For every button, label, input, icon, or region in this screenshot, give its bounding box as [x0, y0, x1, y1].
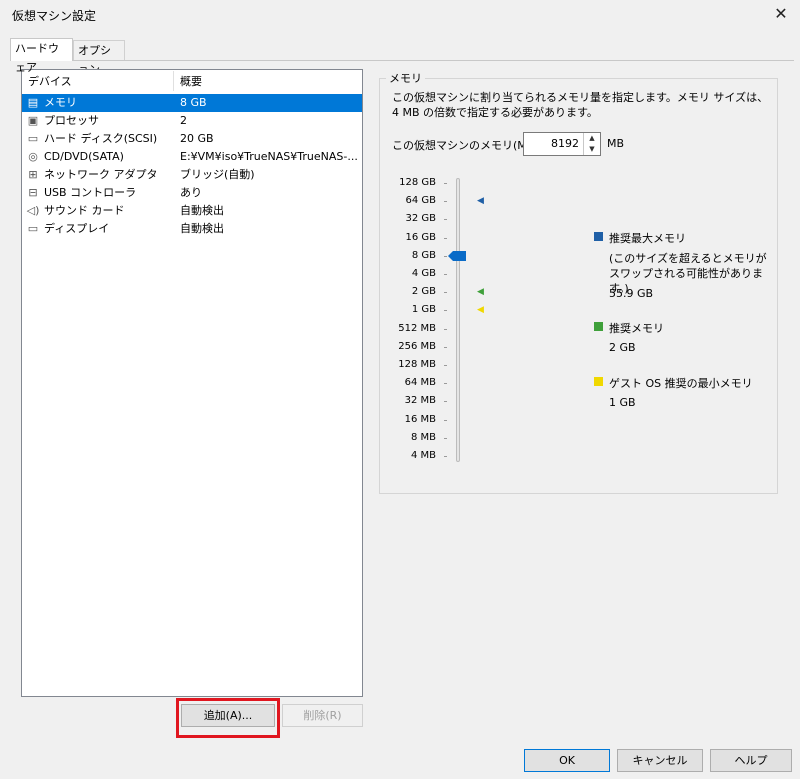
hard-disk-icon: ▭ [27, 132, 39, 145]
scale-tick [444, 328, 447, 330]
device-summary: E:¥VM¥iso¥TrueNAS¥TrueNAS-... [180, 150, 358, 163]
scale-tick [444, 310, 447, 312]
scale-label: 4 GB [411, 268, 436, 279]
scale-label: 16 GB [405, 231, 436, 243]
scale-label: 8 MB [410, 431, 436, 443]
scale-tick [444, 456, 447, 457]
scale-label: 16 MB [404, 413, 436, 425]
scale-label: 128 GB [399, 177, 436, 188]
device-summary: 20 GB [180, 132, 214, 145]
scale-tick [444, 274, 447, 275]
max-memory-legend-title: 推奨最大メモリ [609, 232, 686, 245]
device-row-usb[interactable]: ⊟ USB コントローラ あり [22, 184, 362, 202]
scale-tick [444, 365, 447, 366]
help-button[interactable]: ヘルプ [710, 749, 792, 772]
level-marker-icon: ◀ [477, 287, 484, 298]
max-memory-legend-value: 55.9 GB [609, 287, 654, 300]
memory-group-title: メモリ [386, 70, 425, 86]
memory-slider-thumb[interactable] [448, 250, 468, 265]
scale-tick [444, 255, 447, 257]
recommended-memory-legend-icon [594, 322, 603, 331]
device-row-sound-card[interactable]: ◁) サウンド カード 自動検出 [22, 202, 362, 220]
min-memory-legend-icon [594, 377, 603, 386]
window-title: 仮想マシン設定 [12, 9, 97, 23]
scale-label: 128 MB [398, 359, 436, 370]
close-icon[interactable]: ✕ [771, 4, 791, 24]
device-name: ハード ディスク(SCSI) [44, 132, 158, 145]
memory-slider-track[interactable] [456, 178, 460, 462]
scale-label: 32 MB [404, 395, 436, 407]
scale-label: 512 MB [398, 322, 436, 334]
device-name: サウンド カード [44, 204, 125, 217]
recommended-memory-legend-value: 2 GB [609, 341, 636, 354]
device-summary: ブリッジ(自動) [180, 168, 255, 181]
min-memory-legend-title: ゲスト OS 推奨の最小メモリ [609, 377, 753, 390]
scale-label: 1 GB [411, 304, 436, 316]
tab-divider [10, 60, 794, 61]
cd-dvd-icon: ◎ [28, 150, 38, 163]
device-row-network-adapter[interactable]: ⊞ ネットワーク アダプタ ブリッジ(自動) [22, 166, 362, 184]
highlight-box [176, 698, 280, 738]
scale-tick [444, 437, 447, 439]
device-name: ディスプレイ [44, 222, 110, 235]
device-row-memory[interactable]: ▤ メモリ 8 GB [22, 94, 362, 112]
memory-description: この仮想マシンに割り当てられるメモリ量を指定します。メモリ サイズは、4 MB … [392, 91, 769, 119]
tab-options[interactable]: オプション [73, 40, 125, 76]
sound-card-icon: ◁) [26, 204, 40, 217]
scale-tick [444, 183, 447, 184]
device-row-display[interactable]: ▭ ディスプレイ 自動検出 [22, 220, 362, 238]
processor-icon: ▣ [27, 114, 39, 127]
column-separator[interactable] [173, 71, 174, 91]
display-icon: ▭ [27, 222, 39, 235]
scale-tick [444, 201, 447, 203]
recommended-memory-legend-title: 推奨メモリ [609, 322, 664, 335]
scale-tick [444, 346, 447, 348]
scale-tick [444, 219, 447, 221]
device-row-processor[interactable]: ▣ プロセッサ 2 [22, 112, 362, 130]
max-memory-legend-icon [594, 232, 603, 241]
scale-tick [444, 292, 447, 294]
scale-tick [444, 383, 447, 385]
title-bar [0, 0, 800, 32]
memory-icon: ▤ [27, 96, 39, 109]
stepper-up-icon[interactable]: ▲ [584, 133, 600, 144]
level-marker-icon: ◀ [477, 196, 484, 207]
remove-device-button[interactable]: 削除(R) [282, 704, 363, 727]
device-name: プロセッサ [44, 114, 99, 127]
memory-unit: MB [607, 137, 625, 150]
column-header-summary[interactable]: 概要 [180, 73, 202, 91]
device-row-hard-disk[interactable]: ▭ ハード ディスク(SCSI) 20 GB [22, 130, 362, 148]
memory-stepper[interactable]: ▲ ▼ [583, 133, 600, 155]
cancel-button[interactable]: キャンセル [617, 749, 703, 772]
network-adapter-icon: ⊞ [28, 168, 38, 181]
device-summary: 2 [180, 114, 187, 127]
min-memory-legend-value: 1 GB [609, 396, 636, 409]
scale-label: 32 GB [405, 213, 436, 225]
stepper-down-icon[interactable]: ▼ [584, 144, 600, 155]
level-marker-icon: ◀ [477, 305, 484, 316]
device-name: ネットワーク アダプタ [44, 168, 158, 181]
device-summary: あり [180, 186, 202, 199]
scale-tick [444, 237, 447, 239]
device-summary: 自動検出 [180, 222, 224, 235]
device-name: メモリ [44, 96, 77, 109]
memory-field-label: この仮想マシンのメモリ(M): [392, 139, 535, 152]
tab-hardware[interactable]: ハードウェア [10, 38, 73, 74]
device-summary: 8 GB [180, 96, 207, 109]
scale-label: 64 GB [405, 195, 436, 207]
scale-label: 8 GB [411, 249, 436, 261]
usb-icon: ⊟ [28, 186, 38, 199]
scale-tick [444, 401, 447, 403]
memory-input-value[interactable]: 8192 [527, 137, 579, 150]
device-summary: 自動検出 [180, 204, 224, 217]
device-name: CD/DVD(SATA) [44, 150, 124, 163]
scale-tick [444, 419, 447, 421]
ok-button[interactable]: OK [524, 749, 610, 772]
scale-label: 256 MB [398, 340, 436, 352]
device-row-cd-dvd[interactable]: ◎ CD/DVD(SATA) E:¥VM¥iso¥TrueNAS¥TrueNAS… [22, 148, 362, 166]
device-name: USB コントローラ [44, 186, 137, 199]
scale-label: 2 GB [411, 286, 436, 298]
scale-label: 64 MB [404, 377, 436, 389]
scale-label: 4 MB [410, 450, 436, 461]
